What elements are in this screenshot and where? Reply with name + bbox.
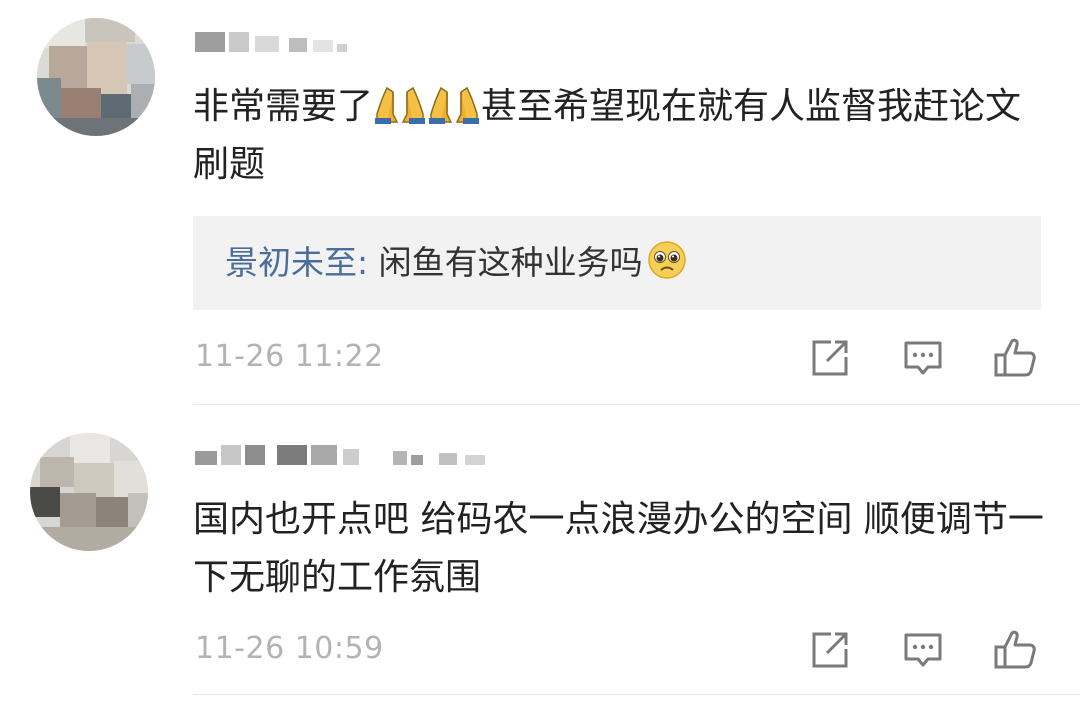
comment-text: 国内也开点吧 给码农一点浪漫办公的空间 顺便调节一下无聊的工作氛围: [193, 499, 1044, 598]
thumbs-up-icon: [994, 338, 1036, 377]
avatar[interactable]: [37, 18, 155, 136]
comment-meta: 11-26 11:22: [0, 333, 1080, 383]
share-edit-icon: [812, 340, 848, 376]
like-button[interactable]: [990, 625, 1040, 675]
pleading-face-emoji-icon: [647, 240, 687, 280]
comment-text-part: 非常需要了: [193, 86, 374, 127]
folded-hands-emoji-icon: [375, 84, 426, 124]
comment-meta: 11-26 10:59: [0, 625, 1080, 675]
reply-author[interactable]: 景初未至: [225, 243, 357, 282]
comment-item: 非常需要了 甚至希望现在就有人监督我赶论文刷题 景初未至: 闲鱼有这种业务吗 11…: [0, 0, 1080, 405]
like-button[interactable]: [990, 333, 1040, 383]
share-button[interactable]: [805, 333, 855, 383]
comment-button[interactable]: [898, 333, 948, 383]
reply-separator: :: [357, 243, 379, 282]
share-edit-icon: [812, 632, 848, 668]
reply-text: 闲鱼有这种业务吗: [378, 243, 643, 282]
comment-icon: [904, 341, 942, 375]
reply-line: 景初未至: 闲鱼有这种业务吗: [225, 240, 687, 286]
thumbs-up-icon: [994, 630, 1036, 669]
comment-item: 国内也开点吧 给码农一点浪漫办公的空间 顺便调节一下无聊的工作氛围 11-26 …: [0, 405, 1080, 703]
avatar[interactable]: [30, 433, 148, 551]
timestamp: 11-26 10:59: [195, 631, 384, 666]
comment-text: 非常需要了 甚至希望现在就有人监督我赶论文刷题: [193, 78, 1053, 194]
comment-icon: [904, 633, 942, 667]
share-button[interactable]: [805, 625, 855, 675]
timestamp: 11-26 11:22: [195, 339, 384, 374]
folded-hands-emoji-icon: [429, 84, 480, 124]
comment-button[interactable]: [898, 625, 948, 675]
username-redacted[interactable]: [195, 445, 505, 467]
username-redacted[interactable]: [195, 32, 355, 54]
divider: [193, 694, 1080, 695]
comment-list: 非常需要了 甚至希望现在就有人监督我赶论文刷题 景初未至: 闲鱼有这种业务吗 11…: [0, 0, 1080, 703]
reply-preview[interactable]: 景初未至: 闲鱼有这种业务吗: [193, 216, 1041, 310]
